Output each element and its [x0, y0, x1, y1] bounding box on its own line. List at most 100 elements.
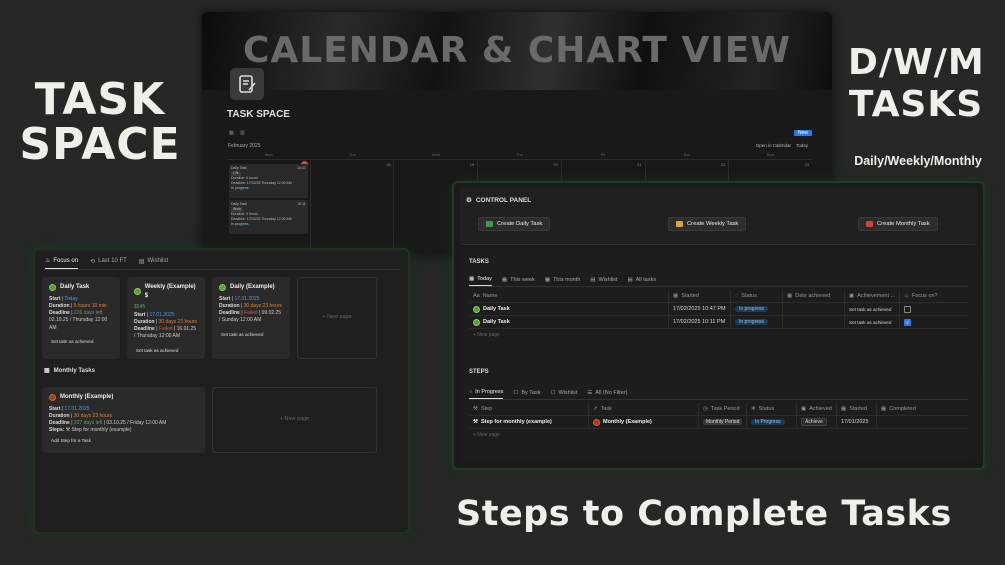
- duration-label: Duration: [134, 318, 155, 325]
- button-icon: ▣: [801, 406, 807, 412]
- tab-this-month[interactable]: ▦ This month: [545, 276, 580, 286]
- deadline-left: Failed: [158, 326, 173, 333]
- focus-task-card[interactable]: Daily (Example) Start | 17.01.2025 Durat…: [212, 277, 290, 359]
- new-page-card[interactable]: + New page: [212, 387, 377, 453]
- deadline-left: Failed: [243, 310, 258, 317]
- status-pill[interactable]: In progress: [735, 306, 769, 312]
- card-title: Daily Task: [231, 166, 247, 170]
- tab-last-10-ft[interactable]: ⟲ Last 10 FT: [90, 257, 127, 269]
- step-icon: ⚒: [473, 406, 478, 412]
- deadline-label: Deadline: [219, 310, 240, 317]
- status-pill[interactable]: In progress: [735, 319, 769, 325]
- create-daily-task-button[interactable]: Create Daily Task: [478, 217, 551, 231]
- task-name[interactable]: Daily Task: [483, 319, 510, 325]
- calendar-icon: ▦: [841, 406, 847, 412]
- column-header[interactable]: ▦ Started: [669, 290, 731, 302]
- table-row[interactable]: ⚒ Step for monthly (example) Monthly (Exa…: [469, 416, 968, 429]
- column-header[interactable]: ↗ Task: [589, 403, 699, 415]
- header-label: Started: [849, 406, 867, 412]
- tab-in-progress[interactable]: ◌ In Progress: [469, 389, 504, 399]
- column-header[interactable]: ▦ Completed: [877, 403, 937, 415]
- column-header[interactable]: ▣ Achieved: [797, 403, 837, 415]
- new-page-card[interactable]: + New page: [297, 277, 377, 359]
- progress-icon: ◌: [469, 389, 473, 395]
- column-header[interactable]: Aa Name: [469, 290, 669, 302]
- create-weekly-task-button[interactable]: Create Weekly Task: [668, 217, 747, 231]
- column-header[interactable]: ⚒ Step: [469, 403, 589, 415]
- card-title: Daily Task: [231, 202, 247, 206]
- focus-tabs: ♨ Focus on ⟲ Last 10 FT ▤ Wishlist: [35, 250, 408, 269]
- card-time: 10:11: [297, 202, 306, 206]
- table-row[interactable]: Daily Task 17/02/2025 10:47 PM In progre…: [469, 303, 968, 316]
- column-header[interactable]: ◷ Task Period: [699, 403, 747, 415]
- tasks-table: Aa Name ▦ Started ◌ Status ▦ Date achieved ▣…: [469, 290, 968, 341]
- clock-icon: ◷: [703, 406, 708, 412]
- day-number: 21: [637, 162, 642, 167]
- create-monthly-task-button[interactable]: Create Monthly Task: [858, 217, 938, 231]
- button-icon: ▣: [849, 293, 855, 299]
- focus-checkbox-checked[interactable]: ✓: [904, 318, 911, 326]
- day-number: 23: [804, 162, 810, 167]
- deadline-left: 227 days left: [73, 420, 103, 427]
- today-button[interactable]: Today: [796, 143, 808, 148]
- tab-all-no-filter[interactable]: ☰ All (No Filter): [587, 389, 627, 399]
- set-achieved-button[interactable]: Set task as achieved: [49, 338, 95, 347]
- calendar-day-cell[interactable]: Daily Task 10:47 Life Duration: 9 hours …: [227, 160, 311, 254]
- tab-by-task[interactable]: ☐ By Task: [513, 389, 540, 399]
- monthly-task-card[interactable]: Monthly (Example) Start | 17.01.2025 Dur…: [42, 387, 205, 453]
- tab-wishlist[interactable]: ▤ Wishlist: [139, 257, 168, 269]
- tab-label: Wishlist: [598, 276, 618, 283]
- calendar-day-cell[interactable]: 18: [311, 160, 395, 254]
- tab-this-week[interactable]: ▦ This week: [502, 276, 535, 286]
- table-row[interactable]: Daily Task 17/02/2025 10:11 PM In progre…: [469, 316, 968, 329]
- tab-wishlist[interactable]: ▤ Wishlist: [590, 276, 617, 286]
- calendar-icon: ▦: [881, 406, 887, 412]
- tab-all-tasks[interactable]: ▤ All tasks: [627, 276, 656, 286]
- tab-label: Last 10 FT: [98, 258, 127, 264]
- achieve-button[interactable]: Achieve: [801, 418, 827, 426]
- calendar-view-icon[interactable]: ▦: [229, 130, 234, 136]
- task-link[interactable]: Monthly (Example): [603, 419, 652, 425]
- status-dot-icon: [49, 393, 56, 401]
- focus-task-card[interactable]: Weekly (Example) $ $545 Start | 17.01.20…: [127, 277, 205, 359]
- headline-dwm-tasks: D/W/M TASKS: [848, 42, 985, 126]
- new-page-button[interactable]: + New page: [469, 329, 968, 341]
- open-in-calendar-link[interactable]: Open in Calendar: [756, 143, 791, 148]
- completed-cell: [877, 416, 937, 428]
- duration-value: 30 days 23 hours: [158, 318, 197, 325]
- tab-wishlist[interactable]: ☐ Wishlist: [551, 389, 578, 399]
- calendar-open-controls: Open in Calendar Today: [756, 143, 808, 148]
- status-icon: ◌: [735, 293, 739, 299]
- deadline-label: Deadline: [134, 326, 155, 333]
- status-dot-icon: [473, 305, 480, 313]
- new-button[interactable]: New: [793, 130, 812, 136]
- add-step-button[interactable]: Add Step for a Task: [49, 437, 93, 446]
- column-header[interactable]: ▦ Started: [837, 403, 877, 415]
- column-header[interactable]: ✲ Status: [747, 403, 797, 415]
- header-label: Focus on?: [911, 293, 938, 299]
- weekday-label: Wed: [431, 152, 441, 157]
- status-dot-icon: [473, 318, 480, 326]
- set-achieved-button[interactable]: Set task as achieved: [845, 316, 900, 328]
- step-name[interactable]: Step for monthly (example): [481, 419, 552, 425]
- column-header[interactable]: ◌ Status: [731, 290, 783, 302]
- focus-task-card[interactable]: Daily Task Start | Today Duration | 9 ho…: [42, 277, 120, 359]
- calendar-month: February 2025: [228, 143, 261, 149]
- tab-focus-on[interactable]: ♨ Focus on: [45, 257, 79, 269]
- column-header[interactable]: ♨ Focus on?: [900, 290, 940, 302]
- calendar-task-card[interactable]: Daily Task 10:11 Work Duration: 9 hours …: [229, 200, 308, 234]
- set-achieved-button[interactable]: Set task as achieved: [845, 303, 900, 315]
- tab-label: All (No Filter): [595, 389, 628, 396]
- tab-today[interactable]: ▦ Today: [469, 276, 492, 286]
- focus-checkbox[interactable]: [904, 305, 911, 313]
- steps-value[interactable]: Step for monthly (example): [72, 427, 132, 433]
- chart-view-icon[interactable]: ▥: [240, 130, 245, 136]
- new-page-button[interactable]: + New page: [469, 429, 968, 441]
- set-achieved-button[interactable]: Set task as achieved: [134, 347, 180, 356]
- column-header[interactable]: ▦ Date achieved: [783, 290, 845, 302]
- status-pill[interactable]: In Progress: [751, 419, 785, 425]
- column-header[interactable]: ▣ Achievement ...: [845, 290, 900, 302]
- set-achieved-button[interactable]: Set task as achieved: [219, 331, 265, 340]
- calendar-task-card[interactable]: Daily Task 10:47 Life Duration: 9 hours …: [229, 164, 308, 198]
- task-name[interactable]: Daily Task: [483, 306, 510, 312]
